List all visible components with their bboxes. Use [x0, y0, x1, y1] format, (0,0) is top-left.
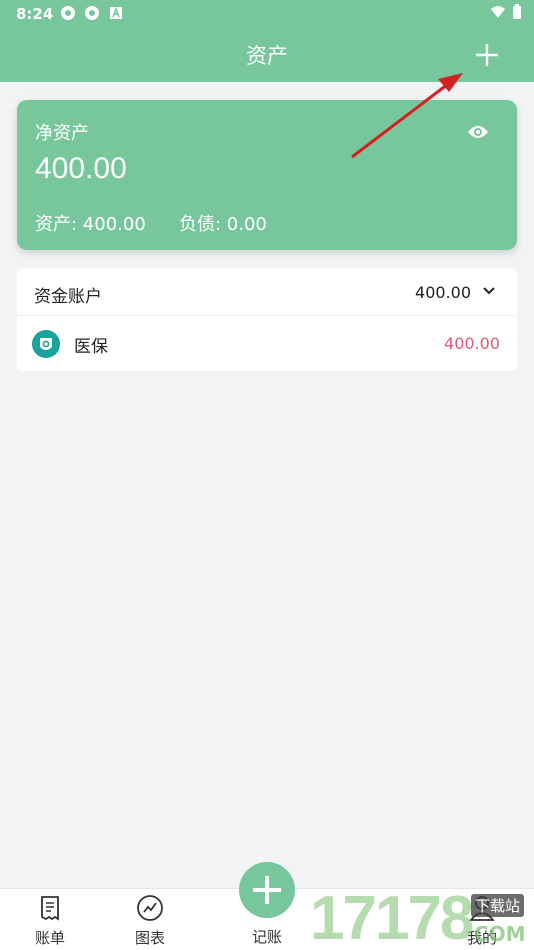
nav-charts-label: 图表 [134, 929, 165, 947]
app-notification-icon [61, 6, 75, 20]
battery-icon [513, 4, 521, 19]
net-assets-label: 净资产 [35, 123, 89, 144]
chart-icon [137, 895, 163, 921]
list-item[interactable]: 医保 400.00 [17, 316, 517, 371]
add-asset-button[interactable] [470, 38, 504, 72]
app-notification-icon [85, 6, 99, 20]
watermark-digits: 17178 [310, 884, 474, 950]
watermark-tag: 下载站 [471, 894, 525, 917]
status-bar: 8:24 [0, 0, 534, 28]
status-time: 8:24 [16, 5, 54, 23]
medical-insurance-icon [32, 330, 60, 358]
funds-accounts-title: 资金账户 [34, 287, 102, 307]
funds-accounts-total: 400.00 [415, 283, 471, 302]
total-assets-text: 资产: 400.00 [35, 214, 146, 235]
funds-accounts-card: 资金账户 400.00 医保 400.00 [17, 268, 517, 371]
receipt-icon [41, 896, 59, 921]
status-notification-icons [60, 5, 124, 21]
nav-bills[interactable]: 账单 [10, 889, 90, 950]
nav-charts[interactable]: 图表 [110, 889, 190, 950]
eye-icon[interactable] [467, 124, 489, 140]
a-notification-icon [110, 6, 122, 19]
status-system-icons [490, 4, 522, 20]
total-liabilities-text: 负债: 0.00 [179, 214, 267, 235]
net-assets-card: 净资产 400.00 资产: 400.00 负债: 0.00 [17, 100, 517, 250]
record-label: 记账 [251, 928, 282, 946]
funds-accounts-header[interactable]: 资金账户 400.00 [17, 268, 517, 316]
page-title: 资产 [246, 44, 288, 68]
chevron-down-icon [483, 287, 495, 295]
watermark-suffix: COM [474, 922, 526, 946]
net-assets-value: 400.00 [35, 152, 127, 185]
nav-bills-label: 账单 [34, 929, 65, 947]
record-button[interactable] [239, 862, 295, 918]
site-watermark: 17178 下载站 COM [308, 888, 534, 950]
wifi-icon [491, 6, 505, 18]
account-name: 医保 [74, 337, 108, 357]
account-amount: 400.00 [444, 334, 500, 353]
